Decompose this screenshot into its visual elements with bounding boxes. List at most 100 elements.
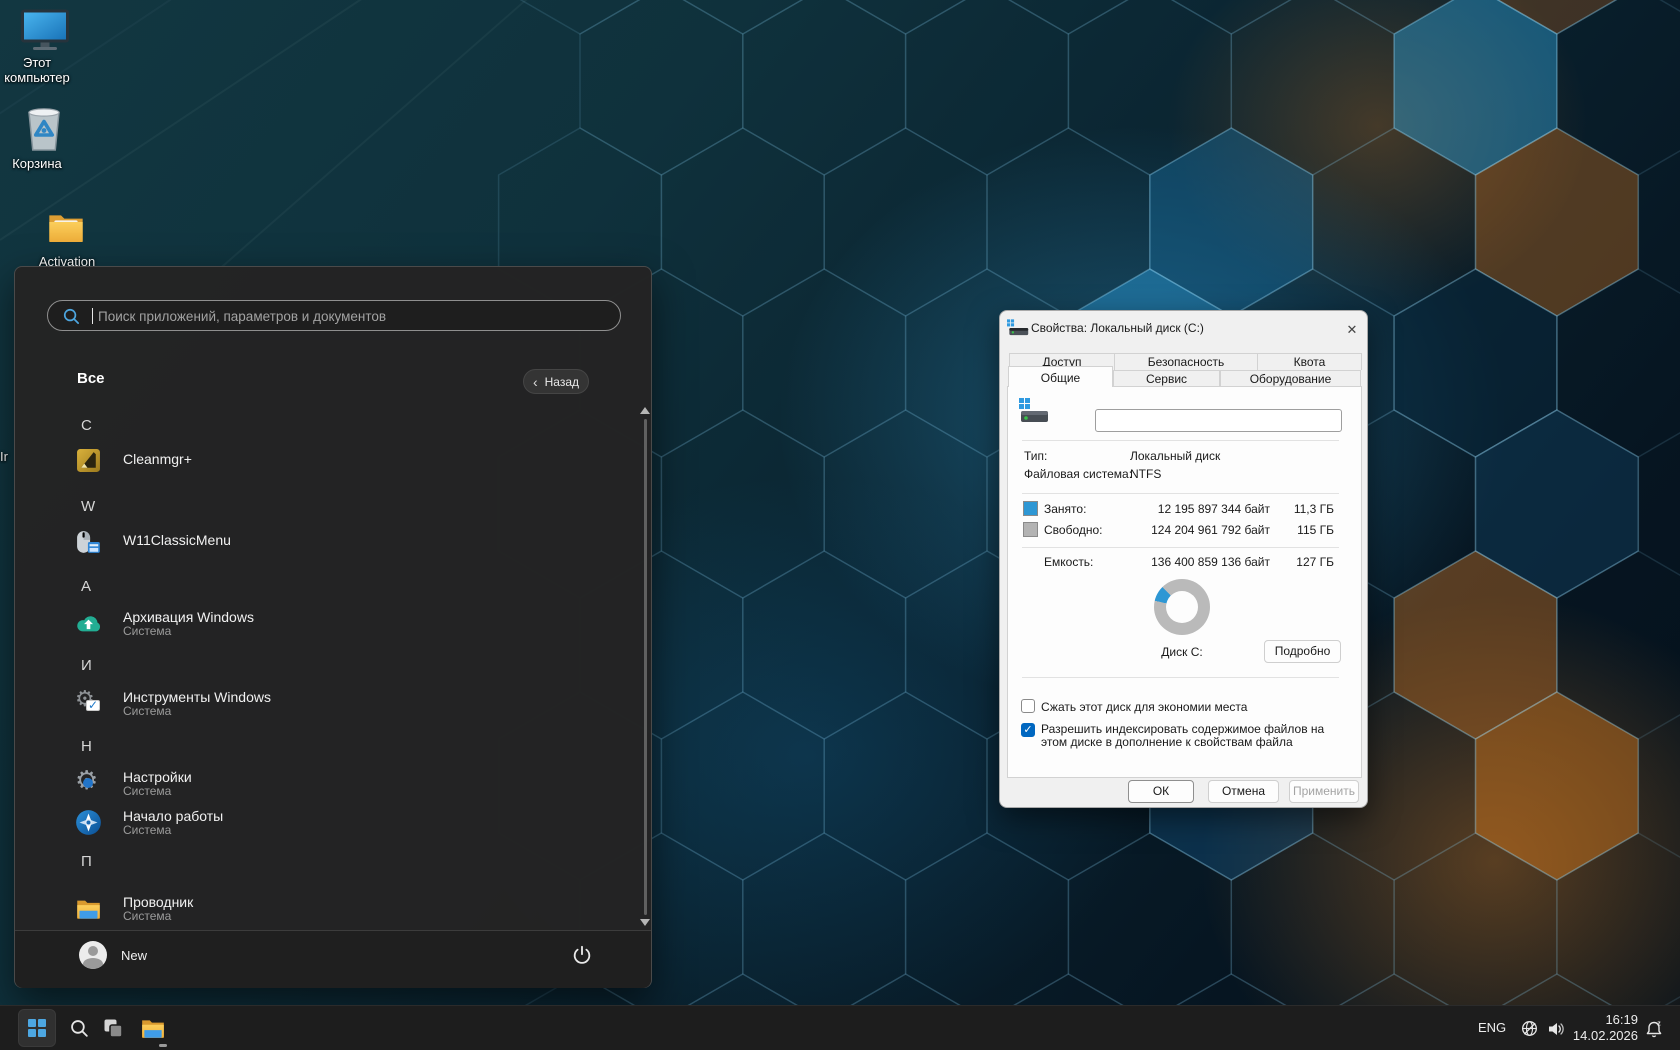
desktop: Этот компьютер Корзина Activation Ir [0,0,1680,1050]
section-letter-a[interactable]: А [81,578,105,595]
apply-button[interactable]: Применить [1289,780,1359,803]
tools-gear-icon: ⚙ ✓ [75,690,102,717]
section-letter-p[interactable]: П [81,853,105,870]
disk-chart-label: Диск C: [1132,645,1232,659]
app-item-windows-backup[interactable]: Архивация Windows Система [67,608,615,646]
donut-hole [1166,591,1198,623]
app-subtitle: Система [123,784,171,798]
capacity-size: 127 ГБ [1296,555,1334,569]
user-avatar[interactable] [79,941,107,969]
tab-security[interactable]: Безопасность [1114,353,1258,370]
settings-gear-icon: ⚙ [75,770,102,797]
desktop-icon-label: Корзина [0,156,74,171]
back-button[interactable]: ‹ Назад [523,369,589,394]
start-search-box[interactable] [47,300,621,331]
taskbar-clock[interactable]: 16:19 14.02.2026 [1573,1012,1638,1044]
taskbar-explorer-button[interactable] [134,1009,172,1047]
cancel-button[interactable]: Отмена [1208,780,1279,803]
scrollbar-up-arrow[interactable] [640,407,650,414]
used-bytes: 12 195 897 344 байт [1158,502,1270,516]
get-started-icon [75,809,102,836]
tray-time: 16:19 [1573,1012,1638,1028]
capacity-bytes: 136 400 859 136 байт [1151,555,1270,569]
app-title: Начало работы [123,808,223,824]
divider [1022,547,1339,548]
details-button[interactable]: Подробно [1264,640,1341,663]
tab-hardware[interactable]: Оборудование [1220,370,1361,387]
speaker-icon[interactable] [1546,1019,1566,1039]
tab-quota[interactable]: Квота [1257,353,1362,370]
tab-general[interactable]: Общие [1008,366,1113,387]
section-letter-n[interactable]: Н [81,738,105,755]
explorer-folder-icon [75,895,102,922]
app-title: W11ClassicMenu [123,532,231,548]
search-input[interactable] [96,303,600,330]
indexing-checkbox[interactable]: ✓ [1021,723,1035,737]
app-subtitle: Система [123,624,171,638]
compress-checkbox-label: Сжать этот диск для экономии места [1041,700,1341,714]
free-label: Свободно: [1044,523,1103,537]
divider [1022,493,1339,494]
ok-button[interactable]: ОК [1128,780,1194,803]
app-item-explorer[interactable]: Проводник Система [67,893,615,931]
svg-text:z: z [1657,1021,1661,1028]
scrollbar[interactable] [644,419,647,915]
recycle-bin-icon [20,106,68,152]
cleanmgr-icon [75,447,102,474]
app-item-get-started[interactable]: Начало работы Система [67,807,615,845]
start-button[interactable] [18,1009,56,1047]
scrollbar-down-arrow[interactable] [640,919,650,926]
dialog-title: Свойства: Локальный диск (C:) [1031,321,1204,335]
app-title: Настройки [123,769,192,785]
app-subtitle: Система [123,909,171,923]
free-size: 115 ГБ [1297,523,1334,537]
windows-logo-icon [28,1019,46,1037]
app-item-cleanmgr[interactable]: Cleanmgr+ [67,445,615,483]
network-globe-icon[interactable] [1520,1019,1539,1038]
compress-checkbox[interactable]: ✓ [1021,699,1035,713]
type-label: Тип: [1024,449,1047,463]
avatar-head [88,946,98,956]
search-icon [69,1018,90,1039]
app-item-windows-tools[interactable]: ⚙ ✓ Инструменты Windows Система [67,688,615,726]
backup-cloud-icon [75,610,102,637]
app-subtitle: Система [123,704,171,718]
app-subtitle: Система [123,823,171,837]
app-item-w11classicmenu[interactable]: W11ClassicMenu [67,526,615,564]
divider [1022,677,1339,678]
dialog-drive-icon [1007,319,1029,337]
type-value: Локальный диск [1130,449,1220,463]
close-icon[interactable]: ✕ [1340,319,1364,341]
desktop-icon-label: Этот компьютер [0,55,74,85]
indexing-checkbox-label: Разрешить индексировать содержимое файло… [1041,723,1337,749]
app-title: Архивация Windows [123,609,254,625]
w11classicmenu-icon [75,528,102,555]
section-letter-c[interactable]: C [81,417,105,434]
power-button-icon[interactable] [571,944,593,966]
notification-bell-icon[interactable]: z [1644,1019,1664,1039]
general-tab-page: Тип: Локальный диск Файловая система: NT… [1007,386,1362,778]
taskbar: ENG 16:19 14.02.2026 z [0,1005,1680,1050]
section-letter-i[interactable]: И [81,657,105,674]
app-item-settings[interactable]: ⚙ Настройки Система [67,768,615,806]
section-letter-w[interactable]: W [81,498,105,515]
volume-label-input[interactable] [1095,409,1342,432]
explorer-running-indicator [159,1044,167,1047]
clipped-desktop-icon-label: Ir [0,449,13,464]
start-menu-footer: New [15,930,651,988]
task-view-icon [102,1017,124,1039]
filesystem-value: NTFS [1130,467,1161,481]
language-indicator[interactable]: ENG [1478,1020,1506,1035]
app-title: Проводник [123,894,193,910]
folder-icon [46,206,86,248]
this-pc-icon [15,8,75,50]
taskbar-search-button[interactable] [60,1009,98,1047]
filesystem-label: Файловая система: [1024,467,1132,481]
task-view-button[interactable] [94,1009,132,1047]
capacity-label: Емкость: [1044,555,1093,569]
back-button-label: Назад [545,375,579,389]
check-icon: ✓ [1023,724,1032,736]
tab-tools[interactable]: Сервис [1113,370,1220,387]
free-space-swatch [1023,522,1038,537]
user-name[interactable]: New [121,948,147,963]
